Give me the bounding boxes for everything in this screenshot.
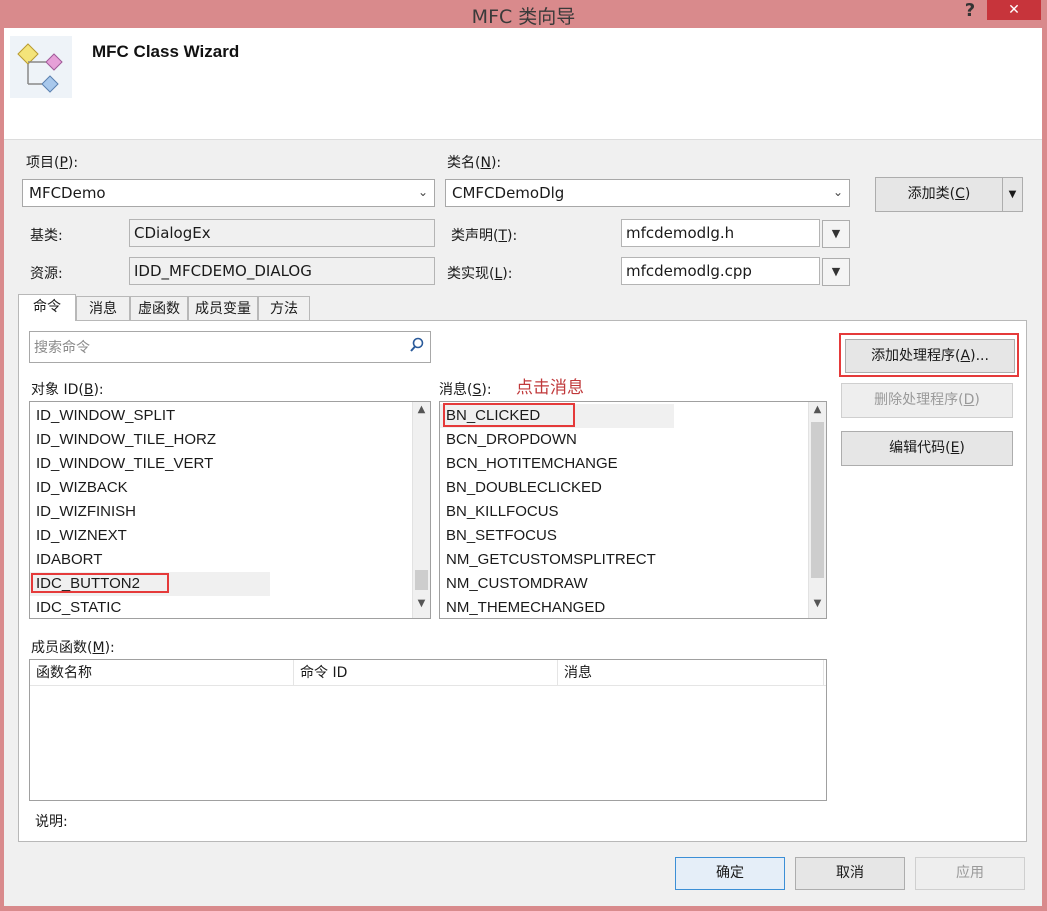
tab-commands[interactable]: 命令 (18, 294, 76, 321)
message-list[interactable]: BN_CLICKED BCN_DROPDOWN BCN_HOTITEMCHANG… (439, 401, 827, 619)
header-banner: MFC Class Wizard (4, 28, 1042, 140)
delete-handler-button[interactable]: 删除处理程序(D) (841, 383, 1013, 418)
scroll-up-icon[interactable]: ▲ (413, 404, 430, 422)
project-value: MFCDemo (29, 184, 106, 202)
dialog-client-area: MFC Class Wizard 项目(P): MFCDemo ⌄ 类名(N):… (4, 28, 1042, 906)
scroll-thumb[interactable] (811, 422, 824, 578)
messages-label: 消息(S): (439, 382, 492, 398)
tab-messages[interactable]: 消息 (76, 296, 130, 321)
class-impl-dropdown-button[interactable]: ▼ (822, 258, 850, 286)
list-item[interactable]: BCN_HOTITEMCHANGE (446, 452, 618, 476)
list-item[interactable]: ID_WINDOW_TILE_HORZ (36, 428, 216, 452)
annotation-click-message: 点击消息 (516, 378, 584, 398)
list-item[interactable]: BN_SETFOCUS (446, 524, 557, 548)
classname-combo[interactable]: CMFCDemoDlg ⌄ (445, 179, 850, 207)
banner-title: MFC Class Wizard (92, 42, 240, 61)
list-item[interactable]: ID_WIZFINISH (36, 500, 136, 524)
help-button[interactable]: ? (955, 0, 985, 22)
tab-member-variables[interactable]: 成员变量 (188, 296, 258, 321)
highlight-box-add-handler (839, 333, 1019, 377)
list-item[interactable]: BCN_DROPDOWN (446, 428, 577, 452)
list-item[interactable]: ID_WINDOW_TILE_VERT (36, 452, 213, 476)
commands-panel: 搜索命令 对象 ID(B): ID_WINDOW_SPLIT ID_WINDOW… (18, 320, 1027, 842)
description-label: 说明: (35, 814, 68, 830)
caret-down-icon: ▼ (831, 227, 841, 240)
chevron-down-icon: ⌄ (417, 185, 428, 199)
base-class-label: 基类: (30, 228, 63, 244)
chevron-down-icon: ⌄ (832, 185, 843, 199)
class-wizard-icon (10, 36, 72, 98)
message-scrollbar[interactable]: ▲ ▼ (808, 402, 826, 618)
class-impl-label: 类实现(L): (447, 266, 513, 282)
list-item[interactable]: IDC_STATIC (36, 596, 121, 618)
class-decl-label: 类声明(T): (451, 228, 518, 244)
project-label: 项目(P): (26, 155, 79, 171)
edit-code-button[interactable]: 编辑代码(E) (841, 431, 1013, 466)
ok-button[interactable]: 确定 (675, 857, 785, 890)
list-item[interactable]: ID_WIZBACK (36, 476, 128, 500)
class-impl-field[interactable]: mfcdemodlg.cpp (621, 257, 820, 285)
apply-button[interactable]: 应用 (915, 857, 1025, 890)
cancel-button[interactable]: 取消 (795, 857, 905, 890)
member-functions-label: 成员函数(M): (31, 640, 115, 656)
scroll-down-icon[interactable]: ▼ (809, 598, 826, 616)
list-item[interactable]: BN_KILLFOCUS (446, 500, 559, 524)
object-id-label: 对象 ID(B): (31, 382, 104, 398)
caret-down-icon: ▼ (831, 265, 841, 278)
scroll-down-icon[interactable]: ▼ (413, 598, 430, 616)
resource-label: 资源: (30, 266, 63, 282)
resource-field: IDD_MFCDEMO_DIALOG (129, 257, 435, 285)
base-class-field: CDialogEx (129, 219, 435, 247)
table-header: 函数名称 命令 ID 消息 (30, 660, 826, 686)
list-item[interactable]: IDABORT (36, 548, 102, 572)
classname-value: CMFCDemoDlg (452, 184, 565, 202)
list-item[interactable]: NM_CUSTOMDRAW (446, 572, 588, 596)
search-icon[interactable] (408, 336, 426, 354)
column-header-message[interactable]: 消息 (558, 660, 824, 686)
list-item[interactable]: ID_WIZNEXT (36, 524, 127, 548)
tab-virtual-functions[interactable]: 虚函数 (130, 296, 188, 321)
caret-down-icon[interactable]: ▼ (1002, 178, 1022, 211)
search-command-input[interactable]: 搜索命令 (29, 331, 431, 363)
close-icon: ✕ (1008, 2, 1020, 18)
column-header-function-name[interactable]: 函数名称 (30, 660, 294, 686)
highlight-box-idc-button2 (31, 573, 169, 593)
highlight-box-bn-clicked (443, 403, 575, 427)
list-item[interactable]: NM_GETCUSTOMSPLITRECT (446, 548, 656, 572)
close-button[interactable]: ✕ (987, 0, 1041, 20)
title-bar[interactable]: MFC 类向导 ? ✕ (0, 0, 1047, 28)
scroll-up-icon[interactable]: ▲ (809, 404, 826, 422)
classname-label: 类名(N): (447, 155, 502, 171)
list-item[interactable]: BN_DOUBLECLICKED (446, 476, 602, 500)
scroll-thumb[interactable] (415, 570, 428, 590)
window-title: MFC 类向导 (471, 6, 576, 28)
search-placeholder: 搜索命令 (34, 340, 90, 356)
list-item[interactable]: ID_WINDOW_SPLIT (36, 404, 175, 428)
object-id-scrollbar[interactable]: ▲ ▼ (412, 402, 430, 618)
add-class-button[interactable]: 添加类(C) ▼ (875, 177, 1023, 212)
project-combo[interactable]: MFCDemo ⌄ (22, 179, 435, 207)
mfc-class-wizard-window: MFC 类向导 ? ✕ MFC Class Wizard 项目(P): MFCD… (0, 0, 1047, 911)
list-item[interactable]: NM_THEMECHANGED (446, 596, 605, 618)
tab-methods[interactable]: 方法 (258, 296, 310, 321)
class-decl-field[interactable]: mfcdemodlg.h (621, 219, 820, 247)
class-decl-dropdown-button[interactable]: ▼ (822, 220, 850, 248)
column-header-command-id[interactable]: 命令 ID (294, 660, 558, 686)
member-functions-table[interactable]: 函数名称 命令 ID 消息 (29, 659, 827, 801)
